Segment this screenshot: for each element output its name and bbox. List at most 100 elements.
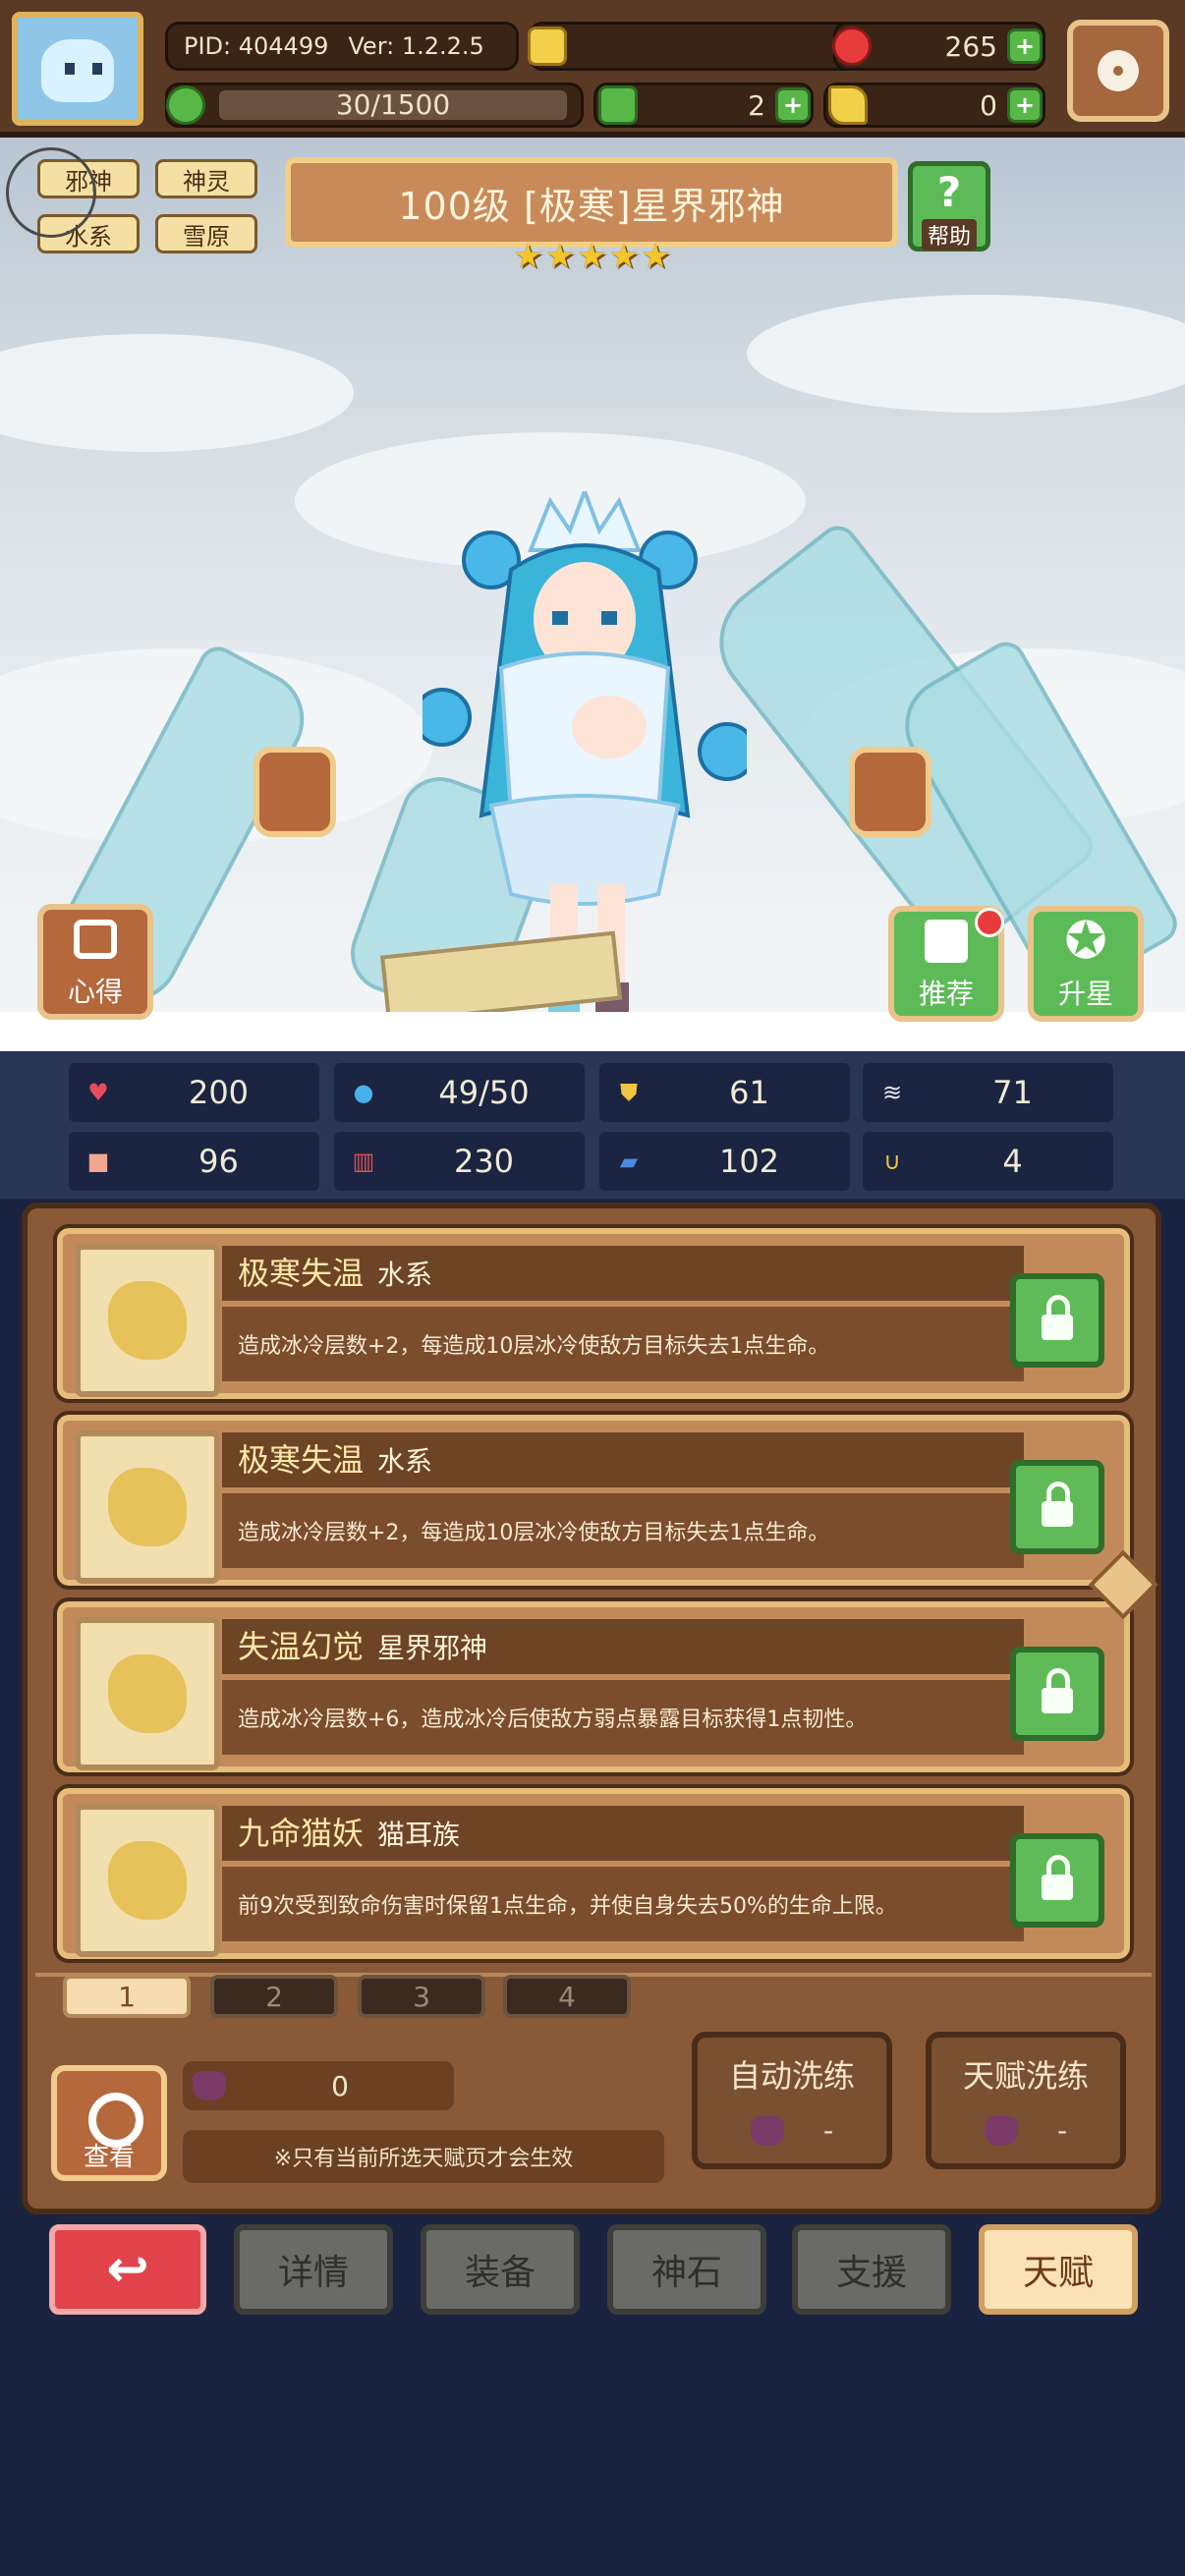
back-button[interactable]: ↩ <box>49 2224 206 2315</box>
potion-bag-icon <box>193 2071 226 2100</box>
star-icon: ★ <box>576 237 607 276</box>
prev-hero-button[interactable] <box>254 747 336 837</box>
notebook-icon <box>74 920 117 959</box>
hero-title: 100级 [极寒]星界邪神 <box>285 157 898 248</box>
auto-reroll-label: 自动洗练 <box>728 2057 855 2095</box>
talent-header: 失温幻觉 星界邪神 <box>222 1619 1024 1674</box>
talent-name: 极寒失温 <box>238 1255 365 1292</box>
lock-icon <box>1042 1482 1073 1527</box>
star-icon: ★ <box>544 237 575 276</box>
star-up-label: 升星 <box>1057 978 1113 1010</box>
star-icon <box>108 1654 187 1733</box>
stamina-icon <box>166 85 205 125</box>
question-icon: ? <box>936 168 962 216</box>
talent-card[interactable]: 极寒失温 水系造成冰冷层数+2，每造成10层冰冷使敌方目标失去1点生命。 <box>53 1411 1134 1590</box>
talent-icon-frame <box>75 1430 220 1584</box>
magnifier-icon <box>88 2093 143 2148</box>
horseshoe-icon: ∪ <box>883 1148 901 1175</box>
stat-cell: ⛊ 61 <box>599 1063 850 1122</box>
lock-button[interactable] <box>1010 1460 1104 1554</box>
auto-reroll-cost: - <box>822 2114 834 2147</box>
lock-button[interactable] <box>1010 1647 1104 1741</box>
talent-page-tab[interactable]: 3 <box>358 1975 485 2018</box>
talent-card[interactable]: 九命猫妖 猫耳族前9次受到致命伤害时保留1点生命，并使自身失去50%的生命上限。 <box>53 1784 1134 1963</box>
lock-button[interactable] <box>1010 1273 1104 1368</box>
next-hero-button[interactable] <box>849 747 931 837</box>
add-key-button[interactable]: + <box>1007 87 1043 123</box>
tab-talent[interactable]: 天赋 <box>979 2224 1138 2315</box>
clover-bar: 2 + <box>593 83 814 128</box>
stat-value: 61 <box>729 1074 769 1111</box>
talent-description: 造成冰冷层数+2，每造成10层冰冷使敌方目标失去1点生命。 <box>222 1307 1024 1381</box>
star-rating: ★ ★ ★ ★ ★ <box>513 238 670 275</box>
talent-note: ※只有当前所选天赋页才会生效 <box>183 2130 664 2183</box>
stat-cell: ♥ 200 <box>69 1063 319 1122</box>
talent-description: 造成冰冷层数+6，造成冰冷后使敌方弱点暴露目标获得1点韧性。 <box>222 1680 1024 1755</box>
cat-icon <box>108 1841 187 1920</box>
lock-button[interactable] <box>1010 1833 1104 1928</box>
stat-value: 230 <box>453 1143 515 1180</box>
talent-reroll-label: 天赋洗练 <box>962 2057 1089 2095</box>
recommend-label: 推荐 <box>918 978 974 1010</box>
stat-cell: ■ 96 <box>69 1132 319 1191</box>
key-icon <box>828 85 868 125</box>
talent-reroll-button[interactable]: 天赋洗练 - <box>926 2032 1126 2169</box>
lock-icon <box>1042 1295 1073 1340</box>
fist-icon: ■ <box>86 1148 110 1175</box>
talent-page-tab[interactable]: 4 <box>503 1975 631 2018</box>
auto-reroll-button[interactable]: 自动洗练 - <box>692 2032 892 2169</box>
talent-page-tab[interactable]: 2 <box>210 1975 338 2018</box>
snow-floor <box>0 1012 1185 1051</box>
talent-card[interactable]: 失温幻觉 星界邪神造成冰冷层数+6，造成冰冷后使敌方弱点暴露目标获得1点韧性。 <box>53 1597 1134 1776</box>
settings-button[interactable] <box>1067 20 1169 122</box>
gem-amount: 265 <box>944 29 997 63</box>
star-up-button[interactable]: ✪ 升星 <box>1028 906 1144 1022</box>
gold-coin-icon <box>528 27 567 66</box>
heart-icon: ♥ <box>87 1079 109 1106</box>
tips-button[interactable]: 心得 <box>37 904 153 1020</box>
stat-value: 200 <box>188 1074 250 1111</box>
talent-reroll-cost: - <box>1056 2114 1068 2147</box>
talent-type: 星界邪神 <box>377 1632 488 1664</box>
stat-cell: ∪ 4 <box>863 1132 1113 1191</box>
stat-cell: ● 49/50 <box>334 1063 585 1122</box>
touch-indicator <box>6 147 96 238</box>
view-button[interactable]: 查看 <box>51 2065 167 2181</box>
tab-details[interactable]: 详情 <box>234 2224 393 2315</box>
add-gem-button[interactable]: + <box>1007 28 1043 64</box>
shield-icon: ⛊ <box>620 1079 638 1106</box>
tab-support[interactable]: 支援 <box>792 2224 951 2315</box>
flame-icon <box>108 1281 187 1360</box>
key-amount: 0 <box>980 88 997 122</box>
talent-type: 猫耳族 <box>377 1819 461 1851</box>
player-id: PID: 404499 <box>184 32 329 60</box>
lock-icon <box>1042 1668 1073 1713</box>
flame-icon <box>108 1468 187 1546</box>
player-id-bar: PID: 404499 Ver: 1.2.2.5 <box>165 22 519 71</box>
talent-header: 极寒失温 水系 <box>222 1432 1024 1487</box>
help-button[interactable]: ? 帮助 <box>908 161 990 252</box>
add-clover-button[interactable]: + <box>775 87 811 123</box>
tips-label: 心得 <box>67 976 123 1008</box>
thumbs-up-icon <box>925 920 968 963</box>
star-icon: ★ <box>608 237 639 276</box>
talent-type: 水系 <box>377 1259 433 1291</box>
tab-godstone[interactable]: 神石 <box>607 2224 766 2315</box>
key-bar: 0 + <box>823 83 1045 128</box>
talent-name: 极寒失温 <box>238 1441 365 1479</box>
ruby-icon <box>832 27 872 66</box>
tab-equipment[interactable]: 装备 <box>421 2224 580 2315</box>
stat-value: 102 <box>718 1143 780 1180</box>
talent-description: 前9次受到致命伤害时保留1点生命，并使自身失去50%的生命上限。 <box>222 1867 1024 1941</box>
wing-icon: ≋ <box>881 1079 903 1106</box>
talent-card[interactable]: 极寒失温 水系造成冰冷层数+2，每造成10层冰冷使敌方目标失去1点生命。 <box>53 1224 1134 1403</box>
talent-name: 失温幻觉 <box>238 1628 365 1665</box>
back-arrow-icon: ↩ <box>106 2240 149 2299</box>
star-icon: ★ <box>640 237 671 276</box>
player-avatar[interactable] <box>12 12 143 126</box>
talent-header: 九命猫妖 猫耳族 <box>222 1806 1024 1861</box>
resource-count: 0 <box>331 2069 349 2102</box>
talent-page-tab[interactable]: 1 <box>63 1975 191 2018</box>
notification-dot <box>975 908 1004 937</box>
talent-description: 造成冰冷层数+2，每造成10层冰冷使敌方目标失去1点生命。 <box>222 1493 1024 1568</box>
